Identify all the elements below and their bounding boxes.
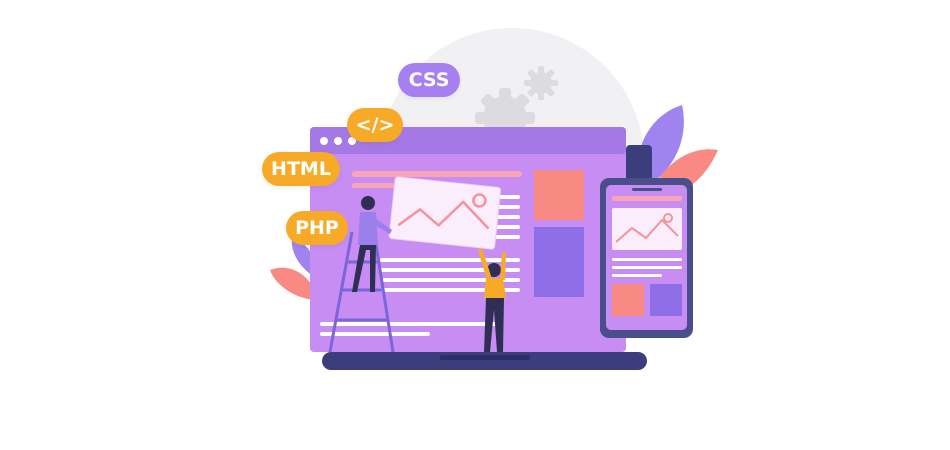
laptop-base	[322, 352, 647, 370]
screen-header-line	[352, 171, 522, 177]
html-badge: HTML	[262, 152, 340, 186]
sidebar-block-coral	[534, 170, 584, 220]
css-badge: CSS	[398, 63, 460, 97]
screen-header-line	[352, 183, 400, 188]
code-badge: </>	[347, 108, 403, 142]
image-card	[388, 176, 502, 250]
gear-icon	[524, 66, 558, 100]
window-dot	[334, 137, 342, 145]
sidebar-block-violet	[534, 227, 584, 297]
laptop-notch	[440, 355, 530, 360]
illustration	[270, 28, 718, 370]
window-dot	[320, 137, 328, 145]
php-badge: PHP	[286, 211, 348, 245]
